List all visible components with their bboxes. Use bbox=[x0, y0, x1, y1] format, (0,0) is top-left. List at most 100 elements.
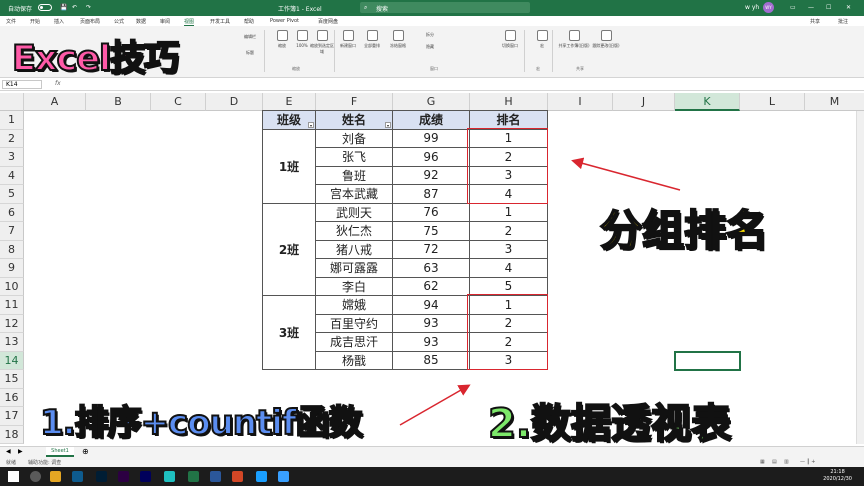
prev-sheet-icon[interactable]: ◀ bbox=[6, 448, 11, 455]
save-icon[interactable]: 💾 bbox=[60, 4, 67, 11]
rank-cell[interactable]: 1 bbox=[470, 203, 548, 222]
app-icon[interactable] bbox=[256, 471, 267, 482]
column-header[interactable]: A bbox=[24, 93, 86, 111]
name-cell[interactable]: 百里守约 bbox=[316, 314, 393, 333]
ribbon-button[interactable]: 宏 bbox=[530, 30, 554, 49]
search-icon[interactable] bbox=[30, 471, 41, 482]
column-header[interactable]: J bbox=[613, 93, 675, 111]
row-header[interactable]: 14 bbox=[0, 351, 24, 370]
row-header[interactable]: 18 bbox=[0, 425, 24, 444]
premiere-icon[interactable] bbox=[118, 471, 129, 482]
vertical-scrollbar[interactable] bbox=[856, 111, 864, 444]
ribbon-button[interactable]: 隐藏 bbox=[418, 44, 442, 50]
name-cell[interactable]: 张飞 bbox=[316, 148, 393, 167]
row-header[interactable]: 4 bbox=[0, 166, 24, 185]
column-header[interactable]: D bbox=[206, 93, 263, 111]
next-sheet-icon[interactable]: ▶ bbox=[18, 448, 23, 455]
photoshop-icon[interactable] bbox=[96, 471, 107, 482]
normal-view-icon[interactable]: ▦ bbox=[760, 459, 765, 465]
score-cell[interactable]: 93 bbox=[393, 333, 470, 352]
score-cell[interactable]: 75 bbox=[393, 222, 470, 241]
name-cell[interactable]: 鲁班 bbox=[316, 166, 393, 185]
name-box[interactable]: K14 bbox=[2, 80, 42, 89]
column-header[interactable]: C bbox=[151, 93, 206, 111]
page-break-icon[interactable]: ▥ bbox=[784, 459, 789, 465]
class-cell[interactable]: 2班 bbox=[263, 203, 316, 296]
ribbon-button[interactable]: 全部重排 bbox=[360, 30, 384, 49]
column-header[interactable]: B bbox=[86, 93, 151, 111]
name-cell[interactable]: 宫本武藏 bbox=[316, 185, 393, 204]
menu-item[interactable]: 帮助 bbox=[244, 18, 254, 25]
table-header-cell[interactable]: 姓名 ▾ bbox=[316, 111, 393, 130]
selected-cell[interactable] bbox=[674, 350, 741, 371]
column-header[interactable]: L bbox=[740, 93, 805, 111]
menu-item[interactable]: 开发工具 bbox=[210, 18, 230, 25]
excel-app-icon[interactable] bbox=[188, 471, 199, 482]
score-cell[interactable]: 92 bbox=[393, 166, 470, 185]
row-header[interactable]: 2 bbox=[0, 129, 24, 148]
maximize-icon[interactable]: ☐ bbox=[826, 4, 831, 11]
name-cell[interactable]: 杨戬 bbox=[316, 351, 393, 370]
score-cell[interactable]: 76 bbox=[393, 203, 470, 222]
redo-icon[interactable]: ↷ bbox=[86, 4, 91, 11]
column-header[interactable]: F bbox=[316, 93, 393, 111]
table-header-cell[interactable]: 班级 ▾ bbox=[263, 111, 316, 130]
filter-dropdown-icon[interactable]: ▾ bbox=[308, 121, 314, 128]
score-cell[interactable]: 96 bbox=[393, 148, 470, 167]
fx-icon[interactable]: fx bbox=[55, 80, 61, 87]
rank-cell[interactable]: 3 bbox=[470, 240, 548, 259]
zoom-slider[interactable]: — ┃ + bbox=[800, 459, 815, 465]
row-header[interactable]: 11 bbox=[0, 296, 24, 315]
class-cell[interactable]: 1班 bbox=[263, 129, 316, 204]
search-box[interactable]: ⌕ 搜索 bbox=[360, 2, 530, 13]
row-header[interactable]: 12 bbox=[0, 314, 24, 333]
score-cell[interactable]: 93 bbox=[393, 314, 470, 333]
ribbon-button[interactable]: 共享工作簿(旧版) bbox=[558, 30, 590, 49]
menu-item[interactable]: 公式 bbox=[114, 18, 124, 25]
row-header[interactable]: 9 bbox=[0, 259, 24, 278]
name-cell[interactable]: 李白 bbox=[316, 277, 393, 296]
row-header[interactable]: 13 bbox=[0, 333, 24, 352]
table-header-cell[interactable]: 成绩 bbox=[393, 111, 470, 130]
ribbon-button[interactable]: 新建窗口 bbox=[336, 30, 360, 49]
row-header[interactable]: 3 bbox=[0, 148, 24, 167]
name-cell[interactable]: 刘备 bbox=[316, 129, 393, 148]
score-cell[interactable]: 99 bbox=[393, 129, 470, 148]
menu-item[interactable]: 文件 bbox=[6, 18, 16, 25]
undo-icon[interactable]: ↶ bbox=[72, 4, 77, 11]
system-clock[interactable]: 21:18 2020/12/30 bbox=[823, 469, 852, 483]
score-cell[interactable]: 87 bbox=[393, 185, 470, 204]
minimize-icon[interactable]: — bbox=[808, 4, 814, 11]
status-accessibility[interactable]: 辅助功能: 调查 bbox=[28, 459, 61, 466]
ribbon-button[interactable]: 跟踪更改(旧版) bbox=[590, 30, 622, 49]
edge-browser-icon[interactable] bbox=[72, 471, 83, 482]
windows-start-icon[interactable] bbox=[8, 471, 19, 482]
powerpoint-app-icon[interactable] bbox=[232, 471, 243, 482]
add-sheet-icon[interactable]: ⊕ bbox=[82, 447, 89, 456]
column-header[interactable]: G bbox=[393, 93, 470, 111]
share-button[interactable]: 共享 bbox=[810, 18, 820, 25]
word-app-icon[interactable] bbox=[210, 471, 221, 482]
ribbon-button[interactable]: 缩放到选定区域 bbox=[310, 30, 334, 55]
file-explorer-icon[interactable] bbox=[50, 471, 61, 482]
menu-item[interactable]: 审阅 bbox=[160, 18, 170, 25]
name-cell[interactable]: 娜可露露 bbox=[316, 259, 393, 278]
ribbon-button[interactable]: 标题 bbox=[238, 50, 262, 56]
cloud-drive-icon[interactable] bbox=[278, 471, 289, 482]
menu-item[interactable]: 百度网盘 bbox=[318, 18, 338, 25]
column-header[interactable]: E bbox=[263, 93, 316, 111]
menu-item[interactable]: 视图 bbox=[184, 18, 195, 26]
rank-cell[interactable]: 2 bbox=[470, 222, 548, 241]
score-cell[interactable]: 94 bbox=[393, 296, 470, 315]
sheet-tab-sheet1[interactable]: Sheet1 bbox=[46, 447, 74, 457]
comments-button[interactable]: 批注 bbox=[838, 18, 848, 25]
row-header[interactable]: 7 bbox=[0, 222, 24, 241]
row-header[interactable]: 10 bbox=[0, 277, 24, 296]
ribbon-button[interactable]: 冻结窗格 bbox=[386, 30, 410, 49]
close-icon[interactable]: ✕ bbox=[846, 4, 851, 11]
row-header[interactable]: 5 bbox=[0, 185, 24, 204]
column-header[interactable]: H bbox=[470, 93, 548, 111]
column-header[interactable]: I bbox=[548, 93, 613, 111]
video-editor-icon[interactable] bbox=[164, 471, 175, 482]
score-cell[interactable]: 63 bbox=[393, 259, 470, 278]
